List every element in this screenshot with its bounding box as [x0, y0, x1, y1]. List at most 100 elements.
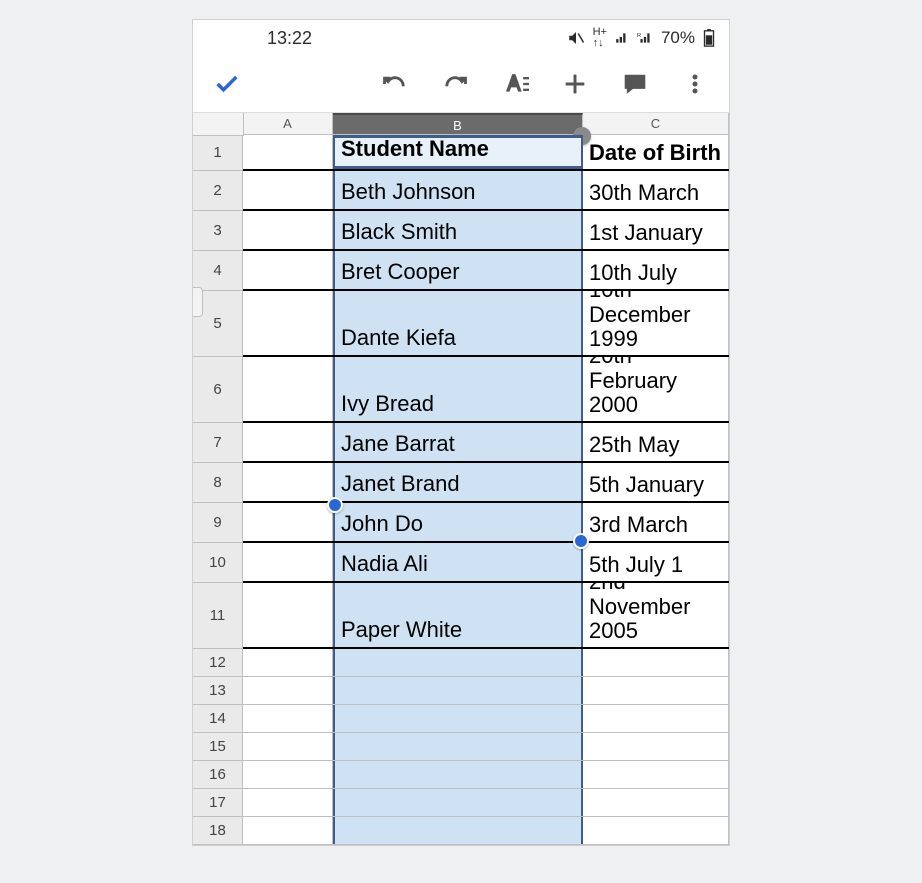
comment-button[interactable] — [619, 68, 651, 100]
cell-A3[interactable] — [243, 211, 333, 249]
cell-A17[interactable] — [243, 789, 333, 816]
cell-B9[interactable]: John Do — [333, 503, 583, 541]
cell-A4[interactable] — [243, 251, 333, 289]
cell-C13[interactable] — [583, 677, 729, 704]
cell-A11[interactable] — [243, 583, 333, 647]
cell-B15[interactable] — [333, 733, 583, 760]
status-bar: 13:22 H+↑↓ R 70% — [193, 20, 729, 56]
cell-B1[interactable]: Student Name — [333, 135, 583, 169]
row-header[interactable]: 8 — [193, 463, 243, 503]
cell-A9[interactable] — [243, 503, 333, 541]
cell-A10[interactable] — [243, 543, 333, 581]
battery-percent: 70% — [661, 28, 695, 48]
row-header[interactable]: 15 — [193, 733, 243, 761]
cell-B10[interactable]: Nadia Ali — [333, 543, 583, 581]
network-hplus-icon: H+↑↓ — [593, 27, 607, 49]
cell-A8[interactable] — [243, 463, 333, 501]
cell-B7[interactable]: Jane Barrat — [333, 423, 583, 461]
cell-B5[interactable]: Dante Kiefa — [333, 291, 583, 355]
cell-C12[interactable] — [583, 649, 729, 676]
cell-A18[interactable] — [243, 817, 333, 844]
row-header[interactable]: 1 — [193, 135, 243, 171]
more-menu-button[interactable] — [679, 68, 711, 100]
cell-C9[interactable]: 3rd March — [583, 503, 729, 541]
cell-C7[interactable]: 25th May — [583, 423, 729, 461]
cell-B3[interactable]: Black Smith — [333, 211, 583, 249]
table-row: Paper White2nd November 2005 — [243, 583, 729, 649]
toolbar — [193, 56, 729, 113]
cell-B11[interactable]: Paper White — [333, 583, 583, 647]
cell-A15[interactable] — [243, 733, 333, 760]
cell-B14[interactable] — [333, 705, 583, 732]
cell-C4[interactable]: 10th July — [583, 251, 729, 289]
cell-B13[interactable] — [333, 677, 583, 704]
cell-B16[interactable] — [333, 761, 583, 788]
row-header[interactable]: 4 — [193, 251, 243, 291]
cell-A14[interactable] — [243, 705, 333, 732]
cell-A2[interactable] — [243, 171, 333, 209]
row-header[interactable]: 7 — [193, 423, 243, 463]
table-row: Student NameDate of Birth — [243, 135, 729, 171]
table-row: Ivy Bread20th February 2000 — [243, 357, 729, 423]
row-header[interactable]: 16 — [193, 761, 243, 789]
cell-A13[interactable] — [243, 677, 333, 704]
row-header[interactable]: 3 — [193, 211, 243, 251]
table-row: John Do3rd March — [243, 503, 729, 543]
row-header[interactable]: 10 — [193, 543, 243, 583]
row-header[interactable]: 13 — [193, 677, 243, 705]
cell-C11[interactable]: 2nd November 2005 — [583, 583, 729, 647]
row-header[interactable]: 14 — [193, 705, 243, 733]
cell-A5[interactable] — [243, 291, 333, 355]
insert-button[interactable] — [559, 68, 591, 100]
cell-C3[interactable]: 1st January — [583, 211, 729, 249]
undo-button[interactable] — [379, 68, 411, 100]
row-drag-tab[interactable] — [193, 287, 203, 317]
cells-area: Student NameDate of BirthBeth Johnson30t… — [243, 135, 729, 845]
column-header-A[interactable]: A — [243, 113, 333, 135]
accept-button[interactable] — [211, 68, 243, 100]
cell-A1[interactable] — [243, 135, 333, 169]
svg-text:R: R — [637, 33, 641, 39]
cell-A16[interactable] — [243, 761, 333, 788]
cell-C15[interactable] — [583, 733, 729, 760]
cell-C8[interactable]: 5th January — [583, 463, 729, 501]
cell-C16[interactable] — [583, 761, 729, 788]
row-header[interactable]: 9 — [193, 503, 243, 543]
row-header[interactable]: 18 — [193, 817, 243, 845]
cell-A12[interactable] — [243, 649, 333, 676]
cell-B8[interactable]: Janet Brand — [333, 463, 583, 501]
row-header[interactable]: 17 — [193, 789, 243, 817]
cell-C17[interactable] — [583, 789, 729, 816]
row-header[interactable]: 12 — [193, 649, 243, 677]
table-row — [243, 677, 729, 705]
select-all-corner[interactable] — [193, 113, 244, 136]
signal-bars-icon — [615, 31, 629, 45]
row-header[interactable]: 11 — [193, 583, 243, 649]
cell-B4[interactable]: Bret Cooper — [333, 251, 583, 289]
row-header[interactable]: 6 — [193, 357, 243, 423]
table-row — [243, 817, 729, 845]
cell-A6[interactable] — [243, 357, 333, 421]
cell-B6[interactable]: Ivy Bread — [333, 357, 583, 421]
column-headers: A B C — [243, 113, 729, 135]
cell-C1[interactable]: Date of Birth — [583, 135, 729, 169]
cell-C5[interactable]: 10th December 1999 — [583, 291, 729, 355]
cell-B18[interactable] — [333, 817, 583, 844]
cell-C14[interactable] — [583, 705, 729, 732]
column-header-B-label: B — [453, 118, 462, 133]
volume-muted-icon — [567, 29, 585, 47]
column-header-C[interactable]: C — [583, 113, 729, 135]
cell-C2[interactable]: 30th March — [583, 171, 729, 209]
cell-A7[interactable] — [243, 423, 333, 461]
row-header[interactable]: 2 — [193, 171, 243, 211]
cell-C6[interactable]: 20th February 2000 — [583, 357, 729, 421]
cell-B17[interactable] — [333, 789, 583, 816]
cell-C18[interactable] — [583, 817, 729, 844]
text-format-button[interactable] — [499, 68, 531, 100]
redo-button[interactable] — [439, 68, 471, 100]
cell-B2[interactable]: Beth Johnson — [333, 171, 583, 209]
cell-C10[interactable]: 5th July 1 — [583, 543, 729, 581]
cell-B12[interactable] — [333, 649, 583, 676]
column-header-B[interactable]: B — [333, 113, 583, 135]
spreadsheet-grid[interactable]: A B C 123456789101112131415161718 Studen… — [193, 113, 729, 845]
